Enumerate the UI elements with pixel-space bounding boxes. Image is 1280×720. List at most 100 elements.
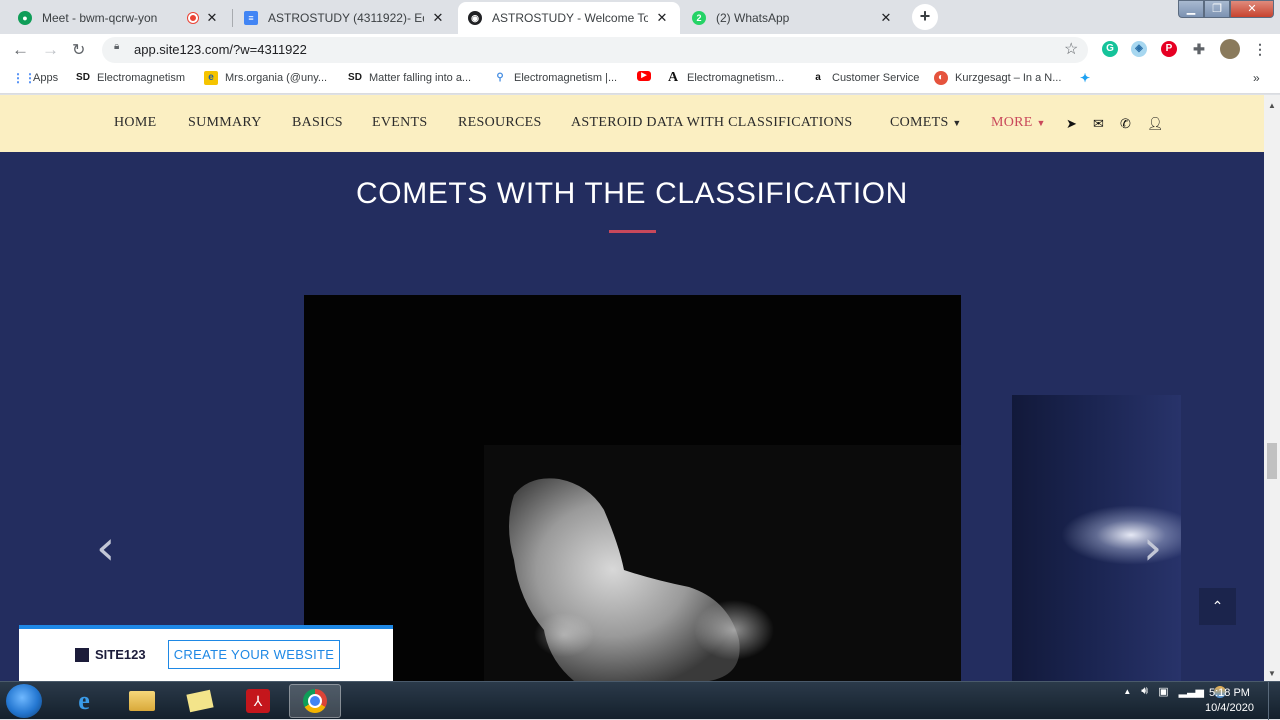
clock-date: 10/4/2020 <box>1205 702 1254 714</box>
bookmark-apps[interactable]: ⋮⋮ Apps <box>12 71 58 85</box>
internet-explorer-icon[interactable]: e <box>58 684 110 718</box>
show-desktop-button[interactable] <box>1268 682 1280 720</box>
bookmark-item[interactable]: ◐ Kurzgesagt – In a N... <box>934 71 1061 85</box>
bookmark-item[interactable]: e Mrs.organia (@uny... <box>204 71 327 85</box>
grammarly-icon[interactable]: G <box>1102 41 1118 57</box>
meet-icon: ● <box>18 11 32 25</box>
back-icon[interactable]: ← <box>12 40 29 60</box>
pinterest-icon[interactable]: P <box>1161 41 1177 57</box>
show-hidden-icons[interactable]: ▲ <box>1123 687 1131 696</box>
bookmark-item[interactable]: ⚲ Electromagnetism |... <box>493 71 617 85</box>
alien-icon: ◉ <box>468 11 482 25</box>
window-controls: ▁ ❐ ✕ <box>1178 0 1274 18</box>
nav-basics[interactable]: BASICS <box>292 115 343 131</box>
bookmark-item[interactable]: ▶ <box>637 71 658 81</box>
create-website-button[interactable]: CREATE YOUR WEBSITE <box>168 640 340 669</box>
menu-icon[interactable]: ⋮ <box>1252 41 1268 57</box>
bookmark-item[interactable]: SD Electromagnetism <box>76 71 185 85</box>
start-button[interactable] <box>6 684 42 718</box>
volume-icon[interactable]: 🔊︎ <box>1141 685 1148 698</box>
windows-taskbar: e ⅄ ▲ 🔊︎ ▣ ▂▃▅ 5:18 PM 10/4/2020 <box>0 681 1280 720</box>
envelope-icon[interactable]: ✉ <box>1093 116 1104 132</box>
page-title: COMETS WITH THE CLASSIFICATION <box>356 177 908 210</box>
nav-summary[interactable]: SUMMARY <box>188 115 262 131</box>
amazon-icon: a <box>815 72 821 83</box>
runner-icon: ⚲ <box>496 72 504 83</box>
nav-home[interactable]: HOME <box>114 115 156 131</box>
edmodo-icon: e <box>204 71 218 85</box>
maximize-button[interactable]: ❐ <box>1204 0 1230 18</box>
recording-icon <box>188 13 198 23</box>
scroll-up-icon[interactable]: ▲ <box>1268 101 1276 110</box>
forward-icon[interactable]: → <box>42 40 59 60</box>
chrome-icon[interactable] <box>289 684 341 718</box>
page-scrollbar[interactable]: ▲ ▼ <box>1264 95 1280 681</box>
user-icon[interactable]: 👤︎ <box>1147 116 1164 132</box>
slider-next-button[interactable]: › <box>1143 520 1162 576</box>
file-explorer-icon[interactable] <box>116 684 168 718</box>
close-tab-icon[interactable]: ✕ <box>430 10 446 26</box>
lock-icon[interactable]: 🔒︎ <box>114 41 119 52</box>
caret-down-icon: ▼ <box>952 118 962 128</box>
extension-icon[interactable]: ◈ <box>1131 41 1147 57</box>
page-viewport: HOME SUMMARY BASICS EVENTS RESOURCES AST… <box>0 95 1264 681</box>
whatsapp-icon: 2 <box>692 11 706 25</box>
youtube-icon: ▶ <box>637 71 651 81</box>
sticky-notes-icon[interactable] <box>174 684 226 718</box>
close-tab-icon[interactable]: ✕ <box>654 10 670 26</box>
bookmarks-bar: ⋮⋮ Apps SD Electromagnetism e Mrs.organia (… <box>0 64 1280 94</box>
minimize-button[interactable]: ▁ <box>1178 0 1204 18</box>
tab-meet[interactable]: ● Meet - bwm-qcrw-yon ✕ <box>8 2 230 34</box>
location-arrow-icon[interactable]: ➤ <box>1066 116 1077 132</box>
nav-resources[interactable]: RESOURCES <box>458 115 542 131</box>
bookmark-item[interactable]: a Customer Service <box>811 71 919 85</box>
bookmark-item[interactable]: SD Matter falling into a... <box>348 71 471 85</box>
phone-icon[interactable]: ✆ <box>1120 116 1131 132</box>
site123-logo: SITE123 <box>75 647 146 662</box>
slider-prev-button[interactable]: ‹ <box>96 520 115 576</box>
apps-grid-icon: ⋮⋮ <box>12 71 36 85</box>
network-icon[interactable]: ▂▃▅ <box>1179 685 1204 698</box>
clock-time: 5:18 PM <box>1208 687 1250 699</box>
nav-more[interactable]: MORE ▼ <box>991 115 1046 131</box>
sd-icon: SD <box>76 72 90 83</box>
scroll-to-top-button[interactable]: ⌃ <box>1199 588 1236 625</box>
avatar[interactable] <box>1220 39 1240 59</box>
bookmark-item[interactable]: A Electromagnetism... <box>666 71 784 85</box>
close-tab-icon[interactable]: ✕ <box>204 10 220 26</box>
nav-comets[interactable]: COMETS ▼ <box>890 115 962 131</box>
browser-toolbar: ← → ↻ app.site123.com/?w=4311922 <box>0 34 1280 64</box>
caret-down-icon: ▼ <box>1036 118 1046 128</box>
bookmark-star-icon[interactable]: ☆ <box>1064 39 1078 59</box>
taskbar-clock[interactable]: 5:18 PM 10/4/2020 <box>1205 686 1254 716</box>
more-bookmarks-icon[interactable]: » <box>1253 71 1260 85</box>
kurzgesagt-icon: ◐ <box>934 71 948 85</box>
address-bar[interactable]: app.site123.com/?w=4311922 <box>102 37 1088 63</box>
bookmark-item[interactable]: ✦ <box>1078 71 1099 85</box>
tab-strip: ● Meet - bwm-qcrw-yon ✕ ≡ ASTROSTUDY (43… <box>0 0 1280 34</box>
title-underline <box>609 230 656 233</box>
scroll-down-icon[interactable]: ▼ <box>1268 669 1276 678</box>
tab-title: Meet - bwm-qcrw-yon <box>42 11 158 25</box>
close-window-button[interactable]: ✕ <box>1230 0 1274 18</box>
site-navigation: HOME SUMMARY BASICS EVENTS RESOURCES AST… <box>0 95 1264 152</box>
adobe-reader-icon[interactable]: ⅄ <box>232 684 284 718</box>
tab-editor[interactable]: ≡ ASTROSTUDY (4311922)- Editor ✕ <box>234 2 456 34</box>
scrollbar-thumb[interactable] <box>1267 443 1277 479</box>
new-tab-button[interactable]: + <box>912 4 938 30</box>
tab-title: ASTROSTUDY (4311922)- Editor <box>268 11 424 25</box>
reload-icon[interactable]: ↻ <box>72 40 85 60</box>
tab-title: (2) WhatsApp <box>716 11 790 25</box>
close-tab-icon[interactable]: ✕ <box>878 10 894 26</box>
nav-events[interactable]: EVENTS <box>372 115 427 131</box>
nav-asteroid-data[interactable]: ASTEROID DATA WITH CLASSIFICATIONS <box>571 115 852 131</box>
a-letter-icon: A <box>667 70 679 85</box>
site123-promo-banner: SITE123 CREATE YOUR WEBSITE <box>19 625 393 681</box>
puzzle-icon[interactable]: ✚ <box>1191 41 1207 57</box>
twitter-icon: ✦ <box>1079 71 1091 85</box>
tab-whatsapp[interactable]: 2 (2) WhatsApp ✕ <box>682 2 904 34</box>
tab-astrostudy[interactable]: ◉ ASTROSTUDY - Welcome To ✕ <box>458 2 680 34</box>
power-icon[interactable]: ▣ <box>1158 685 1168 698</box>
comet-image <box>304 295 961 681</box>
document-icon: ≡ <box>244 11 258 25</box>
